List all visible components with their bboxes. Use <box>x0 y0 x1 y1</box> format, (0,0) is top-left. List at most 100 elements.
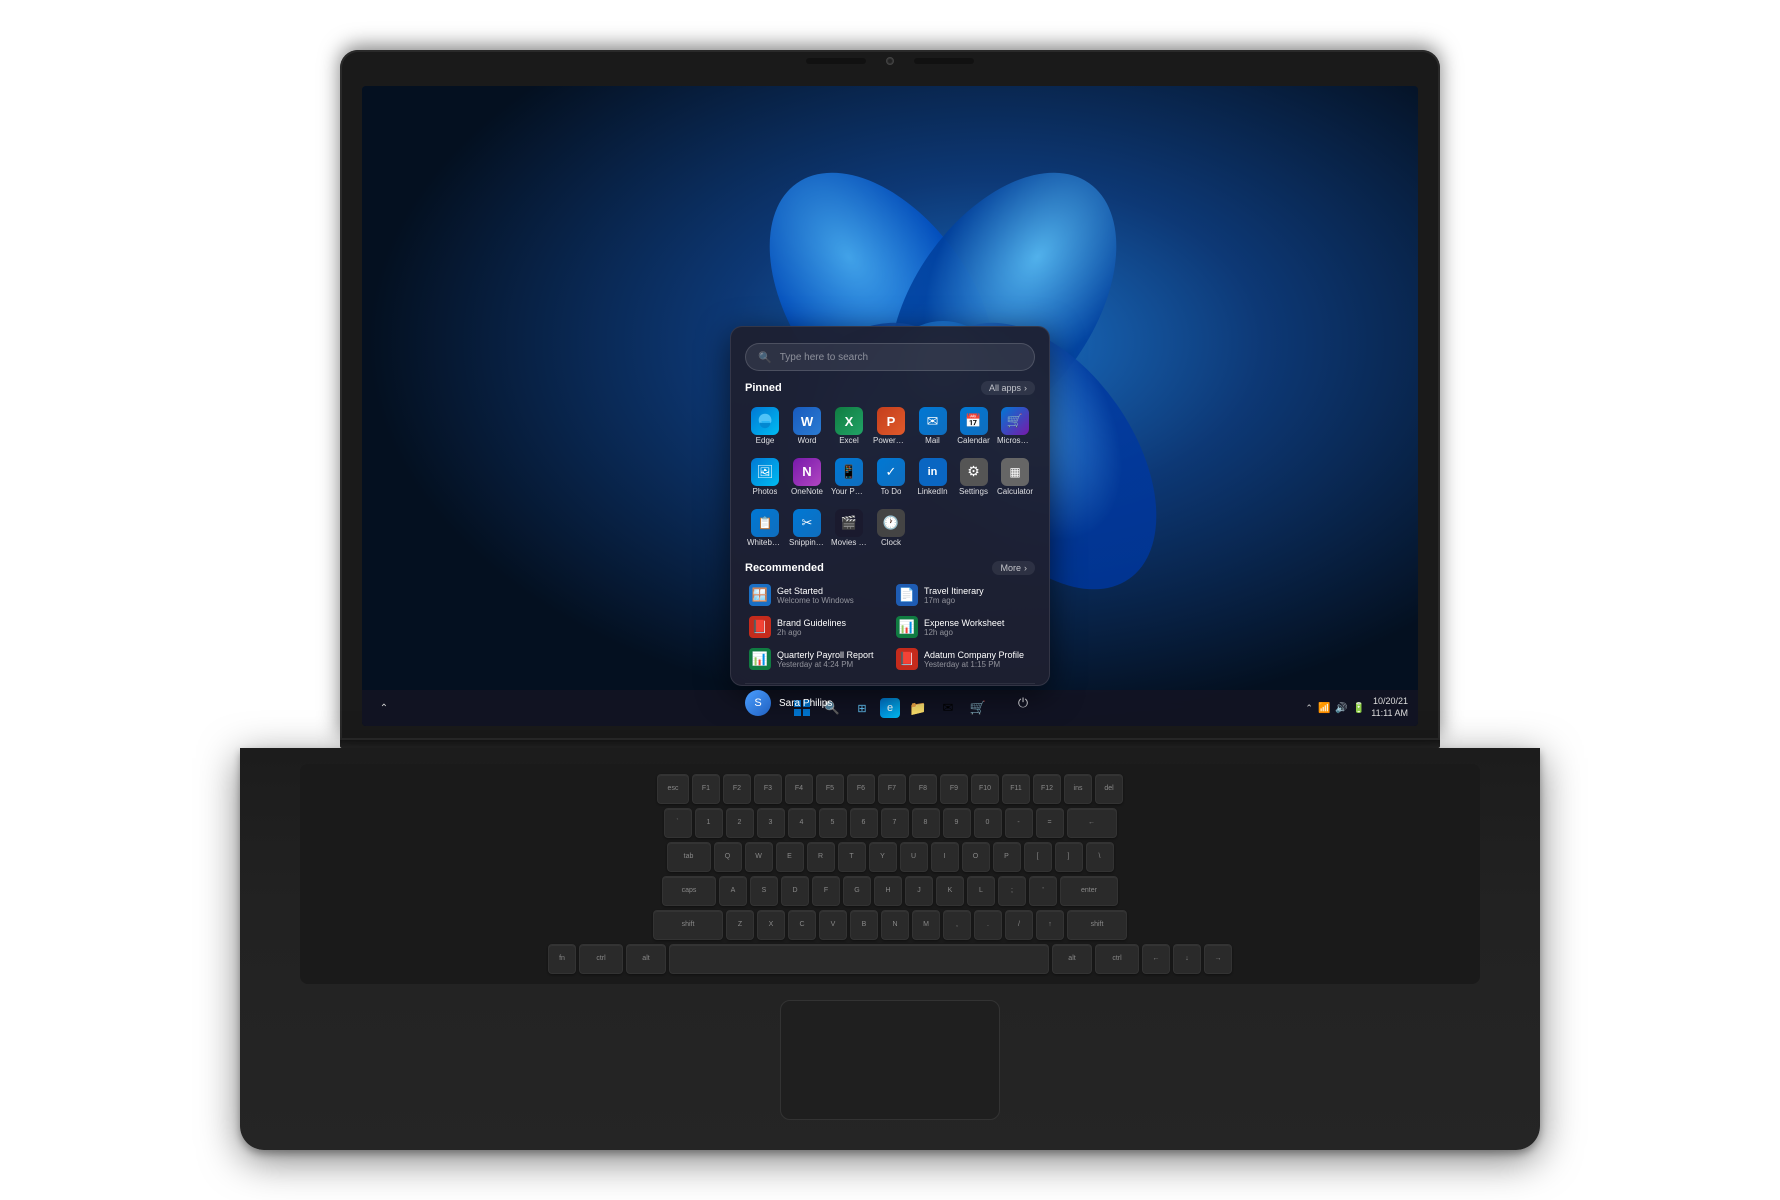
key-semicolon[interactable]: ; <box>998 876 1026 906</box>
key-1[interactable]: 1 <box>695 808 723 838</box>
rec-travel[interactable]: 📄 Travel Itinerary 17m ago <box>892 581 1035 609</box>
key-n[interactable]: N <box>881 910 909 940</box>
key-y[interactable]: Y <box>869 842 897 872</box>
key-alt-left[interactable]: alt <box>626 944 666 974</box>
rec-payroll[interactable]: 📊 Quarterly Payroll Report Yesterday at … <box>745 645 888 673</box>
key-a[interactable]: A <box>719 876 747 906</box>
key-comma[interactable]: , <box>943 910 971 940</box>
key-m[interactable]: M <box>912 910 940 940</box>
app-onenote[interactable]: N OneNote <box>787 454 827 501</box>
key-g[interactable]: G <box>843 876 871 906</box>
key-f12[interactable]: F12 <box>1033 774 1061 804</box>
key-space[interactable] <box>669 944 1049 974</box>
key-insert[interactable]: ins <box>1064 774 1092 804</box>
key-f9[interactable]: F9 <box>940 774 968 804</box>
tray-chevron[interactable]: ⌃ <box>1305 703 1313 714</box>
key-4[interactable]: 4 <box>788 808 816 838</box>
key-f11[interactable]: F11 <box>1002 774 1030 804</box>
rec-brand[interactable]: 📕 Brand Guidelines 2h ago <box>745 613 888 641</box>
app-phone[interactable]: 📱 Your Phone <box>829 454 869 501</box>
more-button[interactable]: More › <box>992 561 1035 575</box>
app-calculator[interactable]: ▦ Calculator <box>995 454 1035 501</box>
key-h[interactable]: H <box>874 876 902 906</box>
key-p[interactable]: P <box>993 842 1021 872</box>
key-z[interactable]: Z <box>726 910 754 940</box>
rec-adatum[interactable]: 📕 Adatum Company Profile Yesterday at 1:… <box>892 645 1035 673</box>
key-b[interactable]: B <box>850 910 878 940</box>
app-store[interactable]: 🛒 Microsoft Store <box>995 403 1035 450</box>
power-button[interactable]: ⏻ <box>1011 691 1035 715</box>
key-9[interactable]: 9 <box>943 808 971 838</box>
key-minus[interactable]: - <box>1005 808 1033 838</box>
key-ctrl-right[interactable]: ctrl <box>1095 944 1139 974</box>
key-0[interactable]: 0 <box>974 808 1002 838</box>
app-snipping[interactable]: ✂ Snipping Tool <box>787 505 827 552</box>
key-3[interactable]: 3 <box>757 808 785 838</box>
key-f[interactable]: F <box>812 876 840 906</box>
key-fn[interactable]: fn <box>548 944 576 974</box>
app-whiteboard[interactable]: 📋 Whiteboard <box>745 505 785 552</box>
rec-get-started[interactable]: 🪟 Get Started Welcome to Windows <box>745 581 888 609</box>
key-f4[interactable]: F4 <box>785 774 813 804</box>
taskbar-chevron-up[interactable]: ⌃ <box>372 696 396 720</box>
battery-icon[interactable]: 🔋 <box>1353 703 1365 714</box>
key-s[interactable]: S <box>750 876 778 906</box>
app-clock[interactable]: 🕐 Clock <box>871 505 911 552</box>
key-i[interactable]: I <box>931 842 959 872</box>
key-alt-right[interactable]: alt <box>1052 944 1092 974</box>
key-t[interactable]: T <box>838 842 866 872</box>
key-equal[interactable]: = <box>1036 808 1064 838</box>
key-f6[interactable]: F6 <box>847 774 875 804</box>
key-shift-left[interactable]: shift <box>653 910 723 940</box>
search-bar[interactable]: 🔍 Type here to search <box>745 343 1035 371</box>
key-6[interactable]: 6 <box>850 808 878 838</box>
key-f7[interactable]: F7 <box>878 774 906 804</box>
key-tab[interactable]: tab <box>667 842 711 872</box>
key-2[interactable]: 2 <box>726 808 754 838</box>
key-q[interactable]: Q <box>714 842 742 872</box>
app-word[interactable]: W Word <box>787 403 827 450</box>
key-f3[interactable]: F3 <box>754 774 782 804</box>
key-f8[interactable]: F8 <box>909 774 937 804</box>
key-rbracket[interactable]: ] <box>1055 842 1083 872</box>
user-info[interactable]: S Sara Philips <box>745 690 832 716</box>
key-up[interactable]: ↑ <box>1036 910 1064 940</box>
app-powerpoint[interactable]: P PowerPoint <box>871 403 911 450</box>
key-backslash[interactable]: \ <box>1086 842 1114 872</box>
volume-icon[interactable]: 🔊 <box>1335 703 1347 714</box>
key-r[interactable]: R <box>807 842 835 872</box>
key-7[interactable]: 7 <box>881 808 909 838</box>
key-5[interactable]: 5 <box>819 808 847 838</box>
key-f1[interactable]: F1 <box>692 774 720 804</box>
app-settings[interactable]: ⚙ Settings <box>954 454 993 501</box>
key-down[interactable]: ↓ <box>1173 944 1201 974</box>
key-backspace[interactable]: ← <box>1067 808 1117 838</box>
key-u[interactable]: U <box>900 842 928 872</box>
key-v[interactable]: V <box>819 910 847 940</box>
key-backtick[interactable]: ` <box>664 808 692 838</box>
key-slash[interactable]: / <box>1005 910 1033 940</box>
key-right[interactable]: → <box>1204 944 1232 974</box>
key-o[interactable]: O <box>962 842 990 872</box>
key-c[interactable]: C <box>788 910 816 940</box>
key-left[interactable]: ← <box>1142 944 1170 974</box>
key-x[interactable]: X <box>757 910 785 940</box>
app-todo[interactable]: ✓ To Do <box>871 454 911 501</box>
key-ctrl-left[interactable]: ctrl <box>579 944 623 974</box>
key-k[interactable]: K <box>936 876 964 906</box>
key-caps[interactable]: caps <box>662 876 716 906</box>
key-w[interactable]: W <box>745 842 773 872</box>
app-excel[interactable]: X Excel <box>829 403 869 450</box>
datetime-display[interactable]: 10/20/21 11:11 AM <box>1371 696 1408 719</box>
key-quote[interactable]: ' <box>1029 876 1057 906</box>
app-movies[interactable]: 🎬 Movies & TV <box>829 505 869 552</box>
app-calendar[interactable]: 📅 Calendar <box>954 403 993 450</box>
key-j[interactable]: J <box>905 876 933 906</box>
key-l[interactable]: L <box>967 876 995 906</box>
key-lbracket[interactable]: [ <box>1024 842 1052 872</box>
key-e[interactable]: E <box>776 842 804 872</box>
app-edge[interactable]: Edge <box>745 403 785 450</box>
key-f10[interactable]: F10 <box>971 774 999 804</box>
key-f2[interactable]: F2 <box>723 774 751 804</box>
network-icon[interactable]: 📶 <box>1318 703 1330 714</box>
